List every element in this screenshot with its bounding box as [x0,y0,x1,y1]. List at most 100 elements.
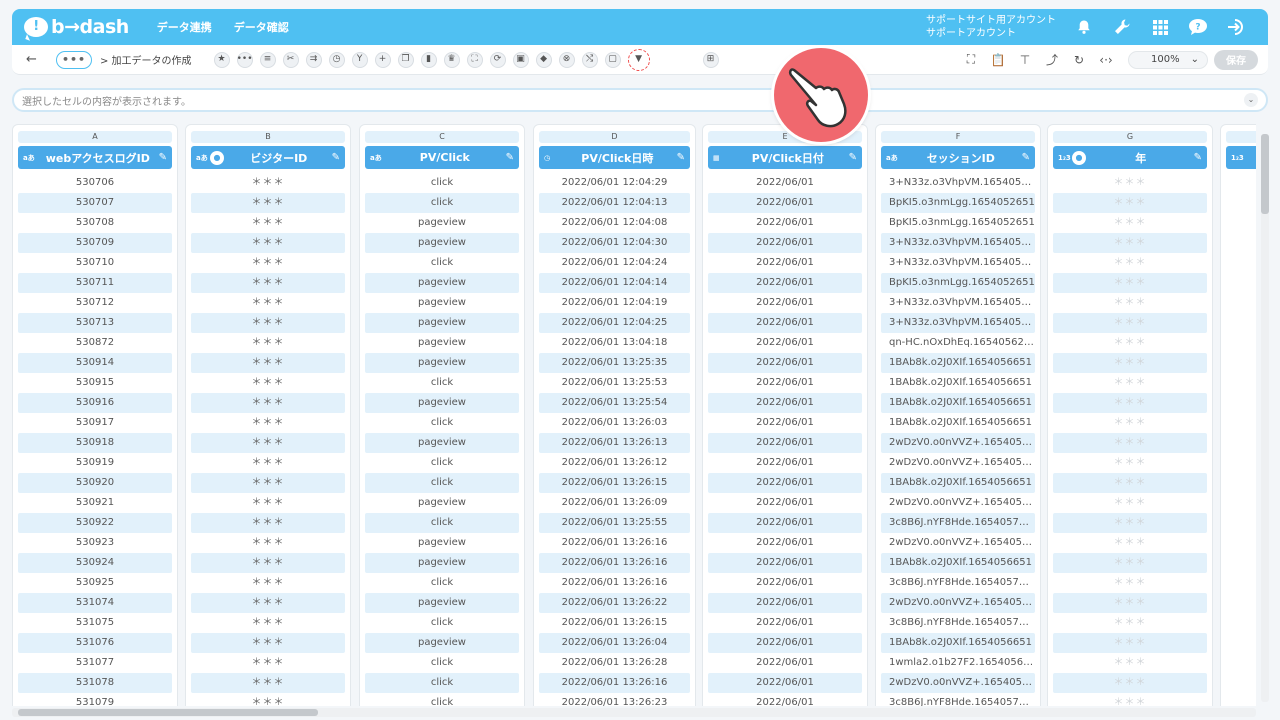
table-cell[interactable]: click [365,193,519,213]
table-cell[interactable]: 1wmla2.o1b27F2.1654056581 [881,653,1035,673]
table-cell[interactable]: 530922 [18,513,172,533]
table-cell[interactable]: 530708 [18,213,172,233]
table-cell[interactable]: 530711 [18,273,172,293]
table-cell[interactable]: 2022/06/01 [708,473,862,493]
table-cell[interactable]: click [365,613,519,633]
table-cell[interactable]: 2022/06/01 13:26:04 [539,633,690,653]
table-cell[interactable]: pageview [365,273,519,293]
table-cell[interactable]: ＊＊＊ [1053,413,1207,433]
table-cell[interactable]: 2022/06/01 13:26:16 [539,533,690,553]
table-cell[interactable]: click [365,573,519,593]
table-cell[interactable]: 531076 [18,633,172,653]
clipboard-icon[interactable]: 📋 [990,53,1006,67]
edit-pencil-icon[interactable]: ✎ [1022,152,1030,163]
table-cell[interactable]: click [365,253,519,273]
table-cell[interactable]: 530925 [18,573,172,593]
table-cell[interactable]: click [365,693,519,706]
table-cell[interactable]: ＊＊＊ [191,393,345,413]
table-cell[interactable]: click [365,653,519,673]
table-cell[interactable]: 530710 [18,253,172,273]
table-cell[interactable]: ＊＊＊ [191,373,345,393]
chevron-down-icon[interactable]: ⌄ [1244,93,1258,107]
table-cell[interactable]: 530707 [18,193,172,213]
table-cell[interactable]: 3+N33z.o3VhpVM.1654052675 [881,173,1035,193]
code-icon[interactable]: ‹·› [1098,53,1114,67]
column-header[interactable]: ▦ PV/Click日付 ✎ [708,146,862,169]
table-cell[interactable]: 530872 [18,333,172,353]
table-cell[interactable]: ＊＊＊ [191,653,345,673]
table-cell[interactable]: 2022/06/01 13:26:16 [539,553,690,573]
table-cell[interactable]: ＊＊＊ [1053,373,1207,393]
table-cell[interactable]: click [365,413,519,433]
table-cell[interactable]: 2022/06/01 13:25:35 [539,353,690,373]
table-cell[interactable]: 2022/06/01 12:04:13 [539,193,690,213]
table-cell[interactable]: 530918 [18,433,172,453]
table-cell[interactable]: pageview [365,333,519,353]
apps-grid-icon[interactable] [1150,17,1170,37]
table-cell[interactable]: 531077 [18,653,172,673]
table-cell[interactable]: ＊＊＊ [1053,653,1207,673]
table-cell[interactable]: 2022/06/01 12:04:30 [539,233,690,253]
table-cell[interactable]: ＊＊＊ [191,273,345,293]
table-cell[interactable]: qn-HC.nOxDhEq.1654056256 [881,333,1035,353]
table-cell[interactable]: ＊＊＊ [1053,193,1207,213]
table-cell[interactable]: 1BAb8k.o2J0XIf.1654056651 [881,633,1035,653]
cell-content-bar[interactable]: 選択したセルの内容が表示されます。 ⌄ [12,88,1268,112]
table-cell[interactable]: ＊＊＊ [1053,573,1207,593]
table-cell[interactable]: ＊＊＊ [1053,293,1207,313]
table-cell[interactable]: 2022/06/01 [708,613,862,633]
table-cell[interactable]: 530916 [18,393,172,413]
refresh-icon[interactable]: ↻ [1071,53,1087,67]
table-cell[interactable]: ＊＊＊ [191,553,345,573]
help-chat-icon[interactable]: ? [1188,17,1208,37]
table-cell[interactable]: 2022/06/01 12:04:24 [539,253,690,273]
column-header[interactable]: 1₂3 [1226,146,1256,169]
table-cell[interactable]: click [365,373,519,393]
table-cell[interactable]: 530713 [18,313,172,333]
table-cell[interactable]: 2022/06/01 [708,653,862,673]
table-cell[interactable]: 1BAb8k.o2J0XIf.1654056651 [881,553,1035,573]
vertical-scroll-thumb[interactable] [1261,134,1269,214]
table-cell[interactable]: ＊＊＊ [191,633,345,653]
table-cell[interactable]: 2022/06/01 [708,513,862,533]
table-cell[interactable]: 2022/06/01 [708,633,862,653]
edit-pencil-icon[interactable]: ✎ [332,152,340,163]
horizontal-scroll-thumb[interactable] [18,709,318,716]
table-cell[interactable]: 530924 [18,553,172,573]
table-cell[interactable]: ＊＊＊ [1053,513,1207,533]
table-cell[interactable]: ＊＊＊ [1053,173,1207,193]
delete-icon[interactable]: ▮ [420,51,437,68]
logout-icon[interactable] [1226,17,1246,37]
table-cell[interactable]: ＊＊＊ [191,413,345,433]
filter-icon[interactable]: ▼ [627,48,650,71]
table-cell[interactable]: ＊＊＊ [1053,533,1207,553]
table-cell[interactable]: click [365,173,519,193]
table-cell[interactable]: ＊＊＊ [191,313,345,333]
table-cell[interactable]: pageview [365,313,519,333]
column-letter[interactable]: F [881,131,1035,143]
table-cell[interactable]: ＊＊＊ [1053,233,1207,253]
table-cell[interactable]: 530923 [18,533,172,553]
edit-pencil-icon[interactable]: ✎ [849,152,857,163]
table-cell[interactable]: pageview [365,433,519,453]
column-letter[interactable]: B [191,131,345,143]
app-logo[interactable]: ! b→dash [24,16,129,38]
back-arrow-icon[interactable]: ← [26,52,40,67]
table-cell[interactable]: 2022/06/01 13:26:09 [539,493,690,513]
table-cell[interactable]: 2022/06/01 [708,573,862,593]
nav-data-integration[interactable]: データ連携 [157,19,212,35]
cancel-icon[interactable]: ⊗ [558,51,575,68]
table-cell[interactable]: 2022/06/01 13:26:22 [539,593,690,613]
table-cell[interactable]: pageview [365,353,519,373]
table-cell[interactable]: ＊＊＊ [1053,213,1207,233]
table-cell[interactable]: 2022/06/01 [708,333,862,353]
table-cell[interactable]: ＊＊＊ [1053,273,1207,293]
table-cell[interactable]: 2022/06/01 13:26:15 [539,473,690,493]
table-cell[interactable]: 2022/06/01 [708,533,862,553]
table-cell[interactable]: BpKI5.o3nmLgg.1654052651 [881,213,1035,233]
add-icon[interactable]: + [374,51,391,68]
table-cell[interactable]: ＊＊＊ [191,293,345,313]
table-cell[interactable]: 3+N33z.o3VhpVM.1654052675 [881,233,1035,253]
table-cell[interactable]: pageview [365,293,519,313]
table-cell[interactable]: ＊＊＊ [1053,673,1207,693]
